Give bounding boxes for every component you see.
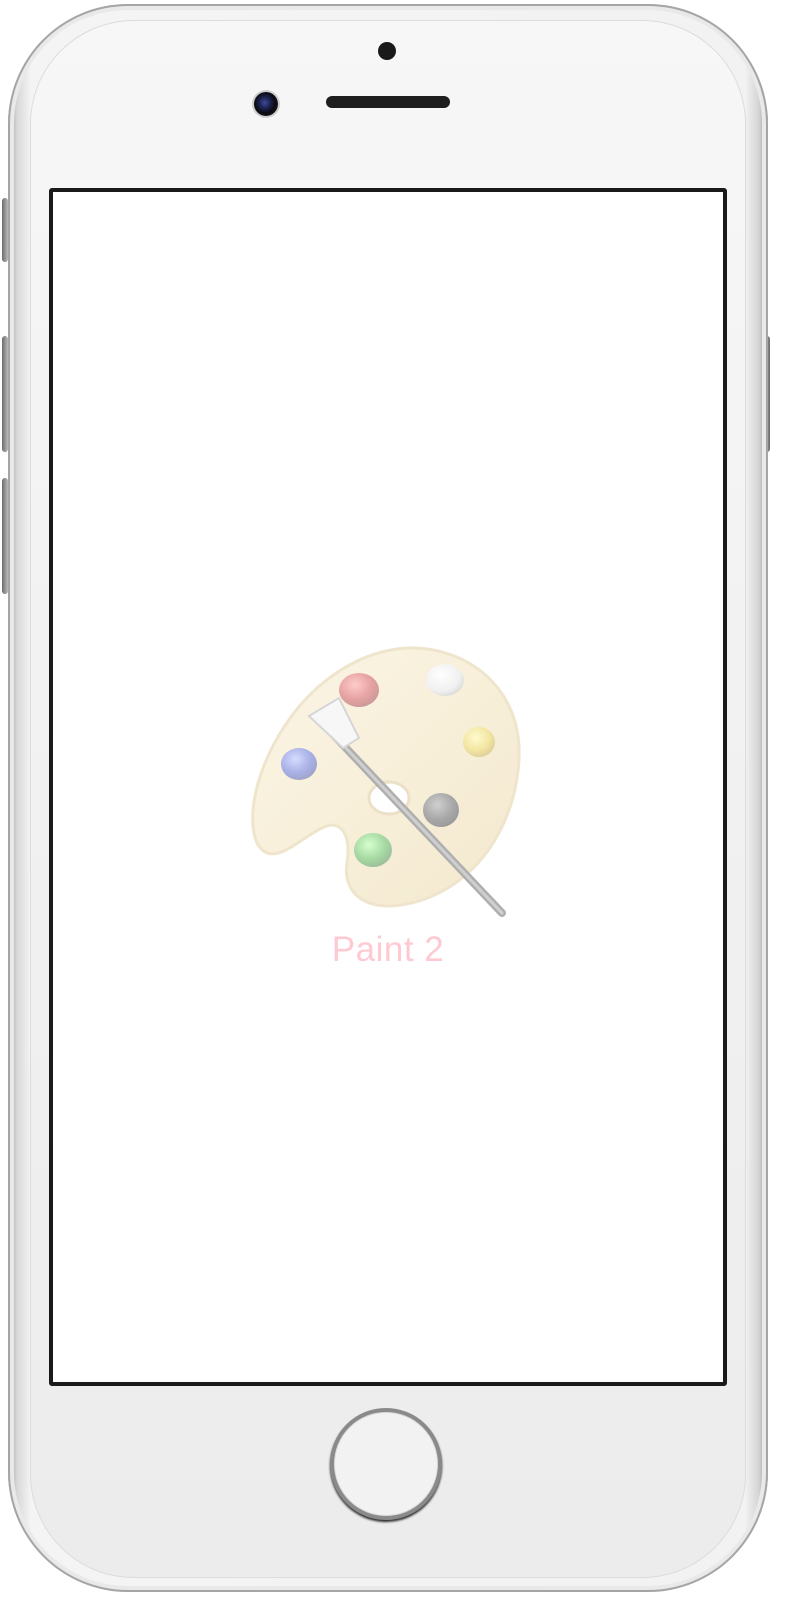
- phone-mockup: Paint 2: [0, 0, 788, 1600]
- app-name-label: Paint 2: [331, 930, 445, 969]
- phone-screen: Paint 2: [49, 188, 727, 1386]
- home-button[interactable]: [330, 1408, 442, 1520]
- launch-screen: Paint 2: [53, 192, 723, 1382]
- front-camera-icon: [254, 92, 278, 116]
- paint-palette-icon: [251, 646, 521, 917]
- earpiece-speaker: [326, 96, 450, 108]
- proximity-sensor: [378, 42, 396, 60]
